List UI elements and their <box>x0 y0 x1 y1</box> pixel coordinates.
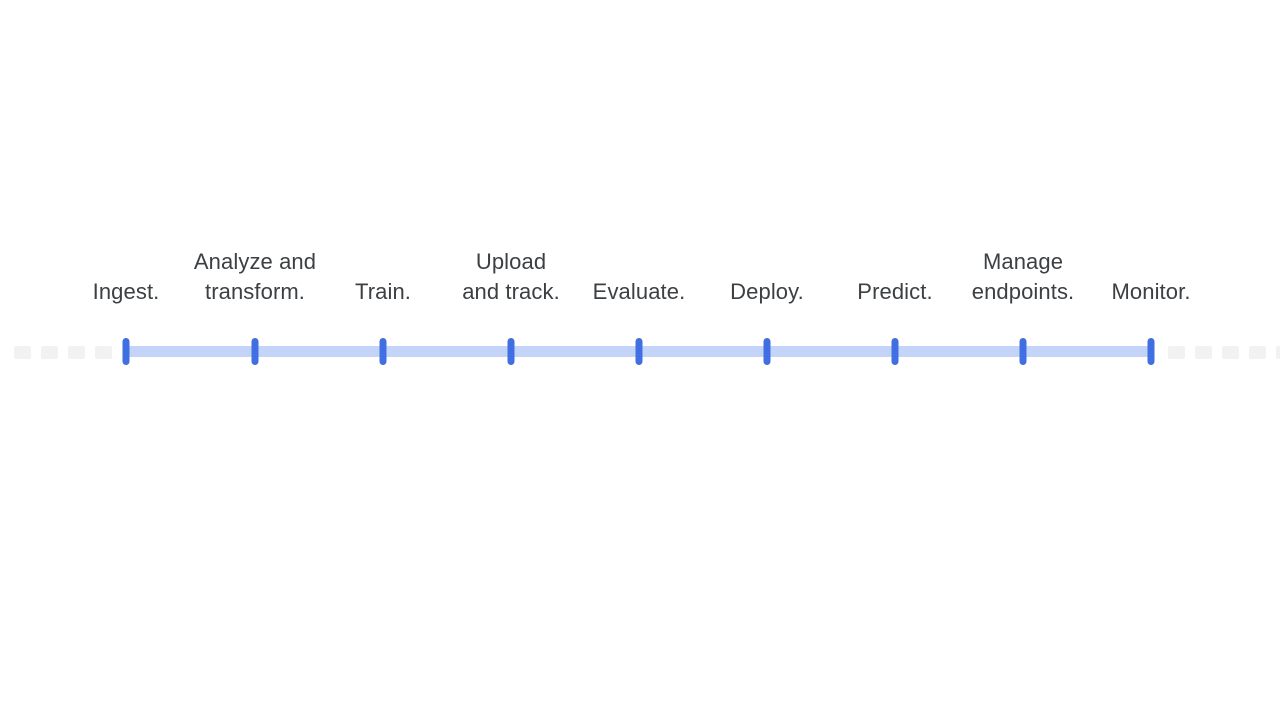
step-label-line: Evaluate. <box>592 279 686 304</box>
placeholder-squares-left <box>14 345 122 359</box>
placeholder-square <box>1276 345 1280 359</box>
step-label-ingest: Ingest. <box>93 277 160 307</box>
placeholder-square <box>1168 345 1185 359</box>
step-tick-upload-track[interactable] <box>507 338 515 365</box>
step-label-train: Train. <box>355 277 411 307</box>
step-tick-predict[interactable] <box>891 338 899 365</box>
step-tick-monitor[interactable] <box>1147 338 1155 365</box>
placeholder-square <box>14 345 31 359</box>
step-label-line: transform. <box>204 279 306 304</box>
step-label-line: Monitor. <box>1111 279 1191 304</box>
step-label-line: Analyze and <box>193 249 317 274</box>
step-tick-ingest[interactable] <box>122 338 130 365</box>
step-tick-deploy[interactable] <box>763 338 771 365</box>
placeholder-square <box>95 345 112 359</box>
step-label-line: endpoints. <box>971 279 1075 304</box>
placeholder-square <box>1249 345 1266 359</box>
placeholder-square <box>68 345 85 359</box>
placeholder-squares-right <box>1168 345 1280 359</box>
step-label-deploy: Deploy. <box>730 277 804 307</box>
step-tick-train[interactable] <box>379 338 387 365</box>
placeholder-square <box>41 345 58 359</box>
ml-workflow-timeline: Ingest. Analyze and transform. Train. Upload… <box>93 226 1190 366</box>
step-label-monitor: Monitor. <box>1111 277 1190 307</box>
step-label-line: Deploy. <box>730 279 804 304</box>
step-tick-manage-endpoints[interactable] <box>1019 338 1027 365</box>
step-label-evaluate: Evaluate. <box>593 277 686 307</box>
step-label-line: Train. <box>354 279 412 304</box>
step-label-line: and track. <box>462 279 560 304</box>
step-label-analyze-transform: Analyze and transform. <box>194 247 316 307</box>
step-label-line: Upload <box>475 249 547 274</box>
step-tick-evaluate[interactable] <box>635 338 643 365</box>
step-label-manage-endpoints: Manage endpoints. <box>972 247 1075 307</box>
step-label-line: Manage <box>982 249 1064 274</box>
step-label-predict: Predict. <box>857 277 932 307</box>
step-label-upload-track: Upload and track. <box>462 247 560 307</box>
step-tick-analyze-transform[interactable] <box>251 338 259 365</box>
step-label-line: Predict. <box>857 279 933 304</box>
placeholder-square <box>1222 345 1239 359</box>
placeholder-square <box>1195 345 1212 359</box>
step-label-line: Ingest. <box>92 279 160 304</box>
timeline-canvas: Ingest. Analyze and transform. Train. Upload… <box>0 0 1280 720</box>
